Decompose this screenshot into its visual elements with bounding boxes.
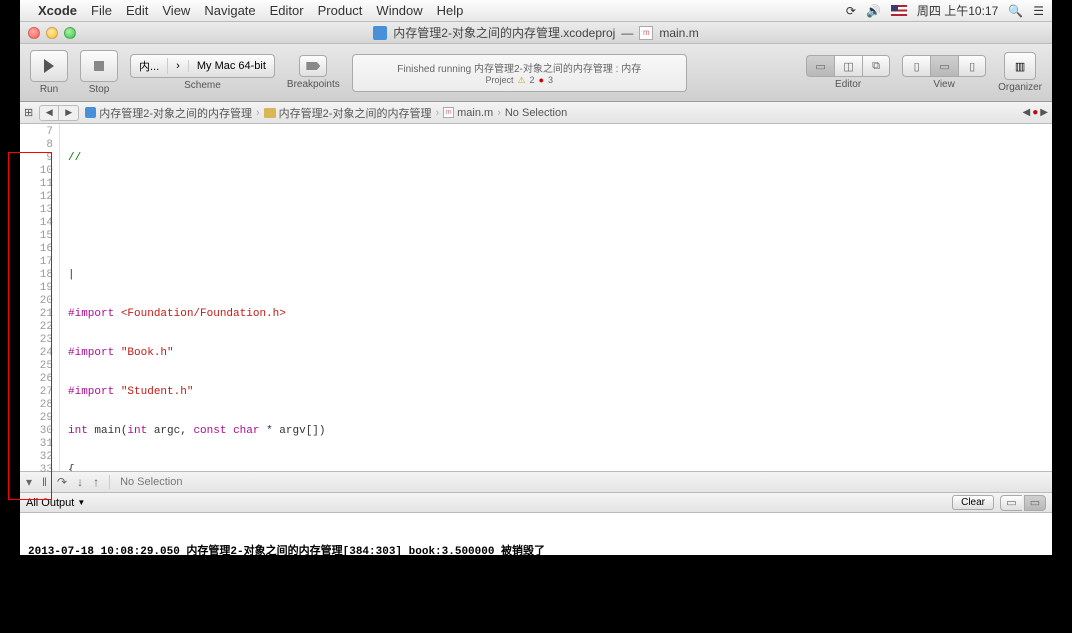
run-label: Run xyxy=(40,84,58,95)
chevron-icon: › xyxy=(256,107,260,119)
menu-product[interactable]: Product xyxy=(318,3,363,18)
menu-file[interactable]: File xyxy=(91,3,112,18)
clear-console-button[interactable]: Clear xyxy=(952,495,994,510)
timemachine-icon[interactable]: ⟳ xyxy=(846,4,856,18)
folder-icon xyxy=(264,108,276,118)
source-editor[interactable]: 7891011121314151617181920212223242526272… xyxy=(20,124,1052,471)
organizer-label: Organizer xyxy=(998,82,1042,93)
breakpoint-icon xyxy=(306,62,320,70)
console-view-toggle[interactable]: ▭ xyxy=(1024,495,1046,511)
step-into-button[interactable]: ↓ xyxy=(77,475,83,489)
run-button[interactable] xyxy=(30,50,68,82)
forward-button[interactable]: ▶ xyxy=(59,105,79,121)
step-over-button[interactable]: ↷ xyxy=(57,475,67,489)
volume-icon[interactable]: 🔊 xyxy=(866,4,881,18)
scheme-label: Scheme xyxy=(184,80,221,91)
stop-label: Stop xyxy=(89,84,110,95)
scheme-arrow: › xyxy=(168,60,189,72)
jump-folder[interactable]: 内存管理2-对象之间的内存管理 xyxy=(264,105,432,121)
jump-bar: ⊞ ◀ ▶ 内存管理2-对象之间的内存管理 › 内存管理2-对象之间的内存管理 … xyxy=(20,102,1052,124)
window-titlebar: 内存管理2-对象之间的内存管理.xcodeproj — m main.m xyxy=(20,22,1052,44)
console-filter-bar: All Output ▼ Clear ▭ ▭ xyxy=(20,493,1052,513)
input-flag-icon[interactable] xyxy=(891,5,907,16)
assistant-editor-button[interactable]: ◫ xyxy=(834,55,862,77)
window-title-project: 内存管理2-对象之间的内存管理.xcodeproj xyxy=(393,24,615,41)
toolbar: Run Stop 内... › My Mac 64-bit Scheme Bre… xyxy=(20,44,1052,102)
editor-label: Editor xyxy=(835,79,861,90)
menu-navigate[interactable]: Navigate xyxy=(204,3,255,18)
menu-window[interactable]: Window xyxy=(376,3,422,18)
error-icon: ● xyxy=(539,75,544,85)
utilities-toggle[interactable]: ▯ xyxy=(958,55,986,77)
organizer-button[interactable]: ▥ xyxy=(1004,52,1036,80)
code-content[interactable]: // | #import <Foundation/Foundation.h> #… xyxy=(60,124,1052,471)
pause-button[interactable]: ‖ xyxy=(42,475,47,489)
chevron-down-icon: ▼ xyxy=(77,498,85,507)
console-filter-dropdown[interactable]: All Output xyxy=(26,497,74,509)
jump-symbol[interactable]: No Selection xyxy=(505,107,567,119)
close-button[interactable] xyxy=(28,27,40,39)
debug-bar: ▾ ‖ ↷ ↓ ↑ No Selection xyxy=(20,471,1052,493)
file-icon: m xyxy=(443,107,454,118)
chevron-icon: › xyxy=(435,107,439,119)
stop-icon xyxy=(94,61,104,71)
scheme-target[interactable]: 内... xyxy=(131,58,168,74)
activity-viewer[interactable]: Finished running 内存管理2-对象之间的内存管理 : 内存 Pr… xyxy=(352,54,687,92)
editor-mode-selector: ▭ ◫ ⧉ xyxy=(806,55,890,77)
menu-edit[interactable]: Edit xyxy=(126,3,148,18)
breakpoints-label: Breakpoints xyxy=(287,79,340,90)
console-line: 2013-07-18 10:08:29.050 内存管理2-对象之间的内存管理[… xyxy=(28,545,1044,559)
scheme-destination[interactable]: My Mac 64-bit xyxy=(189,60,274,72)
line-number-gutter[interactable]: 7891011121314151617181920212223242526272… xyxy=(20,124,60,471)
stop-button[interactable] xyxy=(80,50,118,82)
view-panels-selector: ▯ ▭ ▯ xyxy=(902,55,986,77)
standard-editor-button[interactable]: ▭ xyxy=(806,55,834,77)
breakpoints-button[interactable] xyxy=(299,55,327,77)
hide-debug-button[interactable]: ▾ xyxy=(26,475,32,489)
view-label: View xyxy=(933,79,955,90)
warning-count: 2 xyxy=(530,75,535,85)
jump-file[interactable]: mmain.m xyxy=(443,107,493,119)
related-items-icon[interactable]: ⊞ xyxy=(24,106,33,119)
menu-editor[interactable]: Editor xyxy=(270,3,304,18)
clock[interactable]: 周四 上午10:17 xyxy=(917,2,998,19)
issue-marker[interactable]: ● xyxy=(1032,107,1038,118)
variables-view-toggle[interactable]: ▭ xyxy=(1000,495,1022,511)
prev-issue-button[interactable]: ◀ xyxy=(1023,107,1031,118)
chevron-icon: › xyxy=(497,107,501,119)
file-icon: m xyxy=(639,26,653,40)
step-out-button[interactable]: ↑ xyxy=(93,475,99,489)
warning-icon: ⚠ xyxy=(517,75,525,86)
play-icon xyxy=(44,59,54,73)
back-button[interactable]: ◀ xyxy=(39,105,59,121)
notification-center-icon[interactable]: ☰ xyxy=(1033,4,1044,18)
version-editor-button[interactable]: ⧉ xyxy=(862,55,890,77)
window-title-file: main.m xyxy=(659,26,698,40)
spotlight-icon[interactable]: 🔍 xyxy=(1008,4,1023,18)
activity-project-label: Project xyxy=(485,75,513,85)
error-count: 3 xyxy=(548,75,553,85)
minimize-button[interactable] xyxy=(46,27,58,39)
next-issue-button[interactable]: ▶ xyxy=(1040,107,1048,118)
app-menu[interactable]: Xcode xyxy=(38,3,77,18)
menu-view[interactable]: View xyxy=(162,3,190,18)
navigator-toggle[interactable]: ▯ xyxy=(902,55,930,77)
debug-console[interactable]: 2013-07-18 10:08:29.050 内存管理2-对象之间的内存管理[… xyxy=(20,513,1052,633)
activity-status: Finished running 内存管理2-对象之间的内存管理 : 内存 xyxy=(397,60,641,75)
macos-menubar: Xcode File Edit View Navigate Editor Pro… xyxy=(20,0,1052,22)
jump-project[interactable]: 内存管理2-对象之间的内存管理 xyxy=(85,105,252,121)
project-icon xyxy=(373,26,387,40)
zoom-button[interactable] xyxy=(64,27,76,39)
menu-help[interactable]: Help xyxy=(437,3,464,18)
title-separator: — xyxy=(621,26,633,40)
scheme-selector[interactable]: 内... › My Mac 64-bit xyxy=(130,54,275,78)
console-line: 2013-07-18 10:08:29.053 内存管理2-对象之间的内存管理[… xyxy=(28,587,1044,601)
debug-area-toggle[interactable]: ▭ xyxy=(930,55,958,77)
debug-thread-selector[interactable]: No Selection xyxy=(120,476,182,488)
